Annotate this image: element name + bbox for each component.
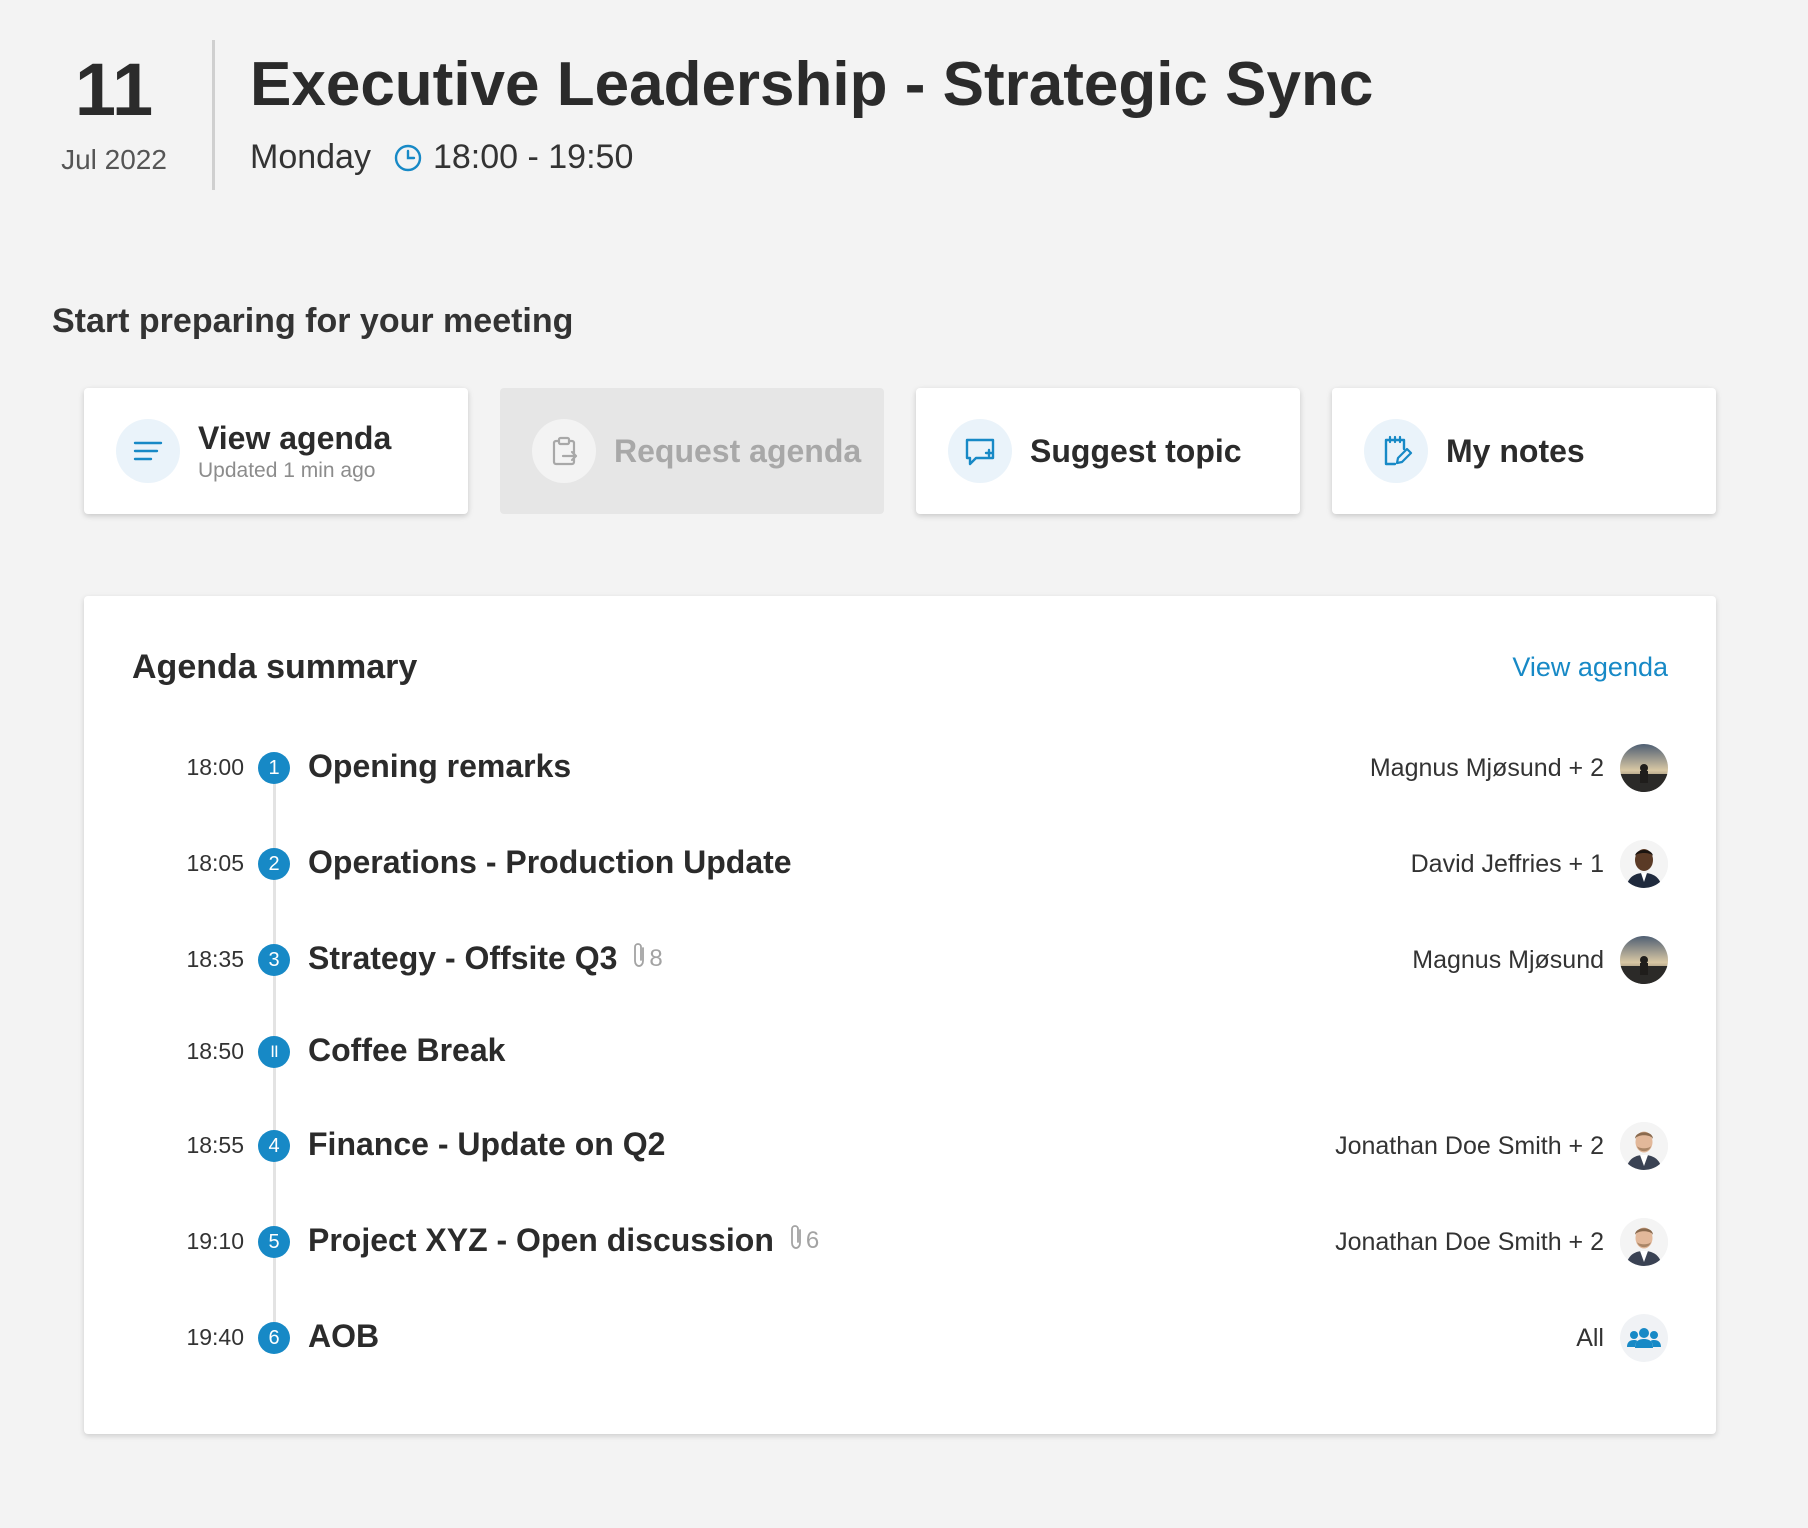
attachment-count: 6 [805,1226,820,1254]
meeting-month-year: Jul 2022 [61,144,167,175]
avatar [1620,840,1668,888]
agenda-item-title[interactable]: Opening remarks [308,748,571,785]
agenda-item-title[interactable]: Coffee Break [308,1032,505,1069]
attachment-indicator: 6 [788,1223,819,1258]
agenda-item-title-text: Coffee Break [308,1032,506,1068]
agenda-row[interactable]: 18:00 1 Opening remarks Magnus Mjøsund +… [84,738,1716,798]
agenda-item-number: 5 [258,1226,290,1258]
meeting-time-range: 18:00 - 19:50 [432,138,634,176]
agenda-row[interactable]: 18:35 3 Strategy - Offsite Q3 8 Magnus M… [84,930,1716,990]
break-marker: II [258,1036,290,1068]
agenda-item-time: 18:55 [186,1132,244,1158]
paperclip-icon [631,941,649,976]
agenda-item-title-text: Strategy - Offsite Q3 [308,940,618,976]
my-notes-label: My notes [1446,433,1585,469]
agenda-item-presenter: Magnus Mjøsund [1412,946,1604,974]
avatar [1620,1122,1668,1170]
agenda-item-time: 18:00 [186,754,244,780]
agenda-row[interactable]: 19:40 6 AOB All [84,1308,1716,1368]
agenda-summary-title: Agenda summary [132,648,418,686]
agenda-item-title[interactable]: Project XYZ - Open discussion 6 [308,1222,819,1259]
agenda-item-number: 6 [258,1322,290,1354]
avatar [1620,744,1668,792]
agenda-item-presenter: Jonathan Doe Smith + 2 [1335,1132,1604,1160]
meeting-meta: Monday 18:00 - 19:50 [250,138,633,177]
agenda-item-presenter: Magnus Mjøsund + 2 [1369,754,1604,782]
agenda-item-title-text: Opening remarks [308,748,572,784]
agenda-summary-panel: Agenda summary View agenda 18:00 1 Openi… [84,596,1716,1434]
meeting-title: Executive Leadership - Strategic Sync [250,50,1374,119]
agenda-row[interactable]: 19:10 5 Project XYZ - Open discussion 6 … [84,1212,1716,1272]
header-divider [212,40,215,190]
meeting-weekday: Monday [250,138,371,176]
agenda-row[interactable]: 18:55 4 Finance - Update on Q2 Jonathan … [84,1116,1716,1176]
suggest-topic-label: Suggest topic [1030,433,1242,469]
request-agenda-label: Request agenda [614,433,862,469]
prepare-title: Start preparing for your meeting [52,302,574,340]
agenda-item-title[interactable]: Finance - Update on Q2 [308,1126,665,1163]
meeting-day: 11 [74,48,154,131]
view-agenda-label: View agenda [198,420,392,456]
agenda-item-title[interactable]: Operations - Production Update [308,844,792,881]
agenda-item-number: 4 [258,1130,290,1162]
group-icon [1620,1314,1668,1362]
view-agenda-card[interactable]: View agenda Updated 1 min ago [84,388,468,514]
agenda-item-title[interactable]: Strategy - Offsite Q3 8 [308,940,663,977]
clock-icon [393,143,423,173]
chat-plus-icon [948,419,1012,483]
agenda-item-title[interactable]: AOB [308,1318,379,1355]
agenda-item-title-text: AOB [308,1318,380,1354]
attachment-count: 8 [649,944,663,972]
agenda-item-title-text: Finance - Update on Q2 [308,1126,666,1162]
agenda-item-presenter: David Jeffries + 1 [1410,850,1604,878]
notepad-pen-icon [1364,419,1428,483]
my-notes-card[interactable]: My notes [1332,388,1716,514]
avatar [1620,936,1668,984]
avatar [1620,1218,1668,1266]
agenda-item-time: 19:10 [186,1228,244,1254]
request-agenda-card: Request agenda [500,388,884,514]
agenda-lines-icon [116,419,180,483]
agenda-item-presenter: All [1576,1324,1604,1352]
agenda-row[interactable]: 18:50 II Coffee Break [84,1022,1716,1082]
agenda-item-number: 3 [258,944,290,976]
agenda-item-title-text: Project XYZ - Open discussion [308,1222,774,1258]
agenda-item-time: 18:50 [186,1038,244,1064]
meeting-header: 11 Jul 2022 Executive Leadership - Strat… [0,0,1808,200]
agenda-item-number: 1 [258,752,290,784]
agenda-item-number: 2 [258,848,290,880]
agenda-item-time: 19:40 [186,1324,244,1350]
agenda-row[interactable]: 18:05 2 Operations - Production Update D… [84,834,1716,894]
clipboard-request-icon [532,419,596,483]
suggest-topic-card[interactable]: Suggest topic [916,388,1300,514]
agenda-item-time: 18:05 [186,850,244,876]
view-agenda-link[interactable]: View agenda [1512,652,1668,683]
view-agenda-updated: Updated 1 min ago [198,459,376,482]
agenda-item-presenter: Jonathan Doe Smith + 2 [1335,1228,1604,1256]
paperclip-icon [788,1223,806,1258]
agenda-item-title-text: Operations - Production Update [308,844,792,880]
attachment-indicator: 8 [631,941,663,976]
agenda-item-time: 18:35 [186,946,244,972]
